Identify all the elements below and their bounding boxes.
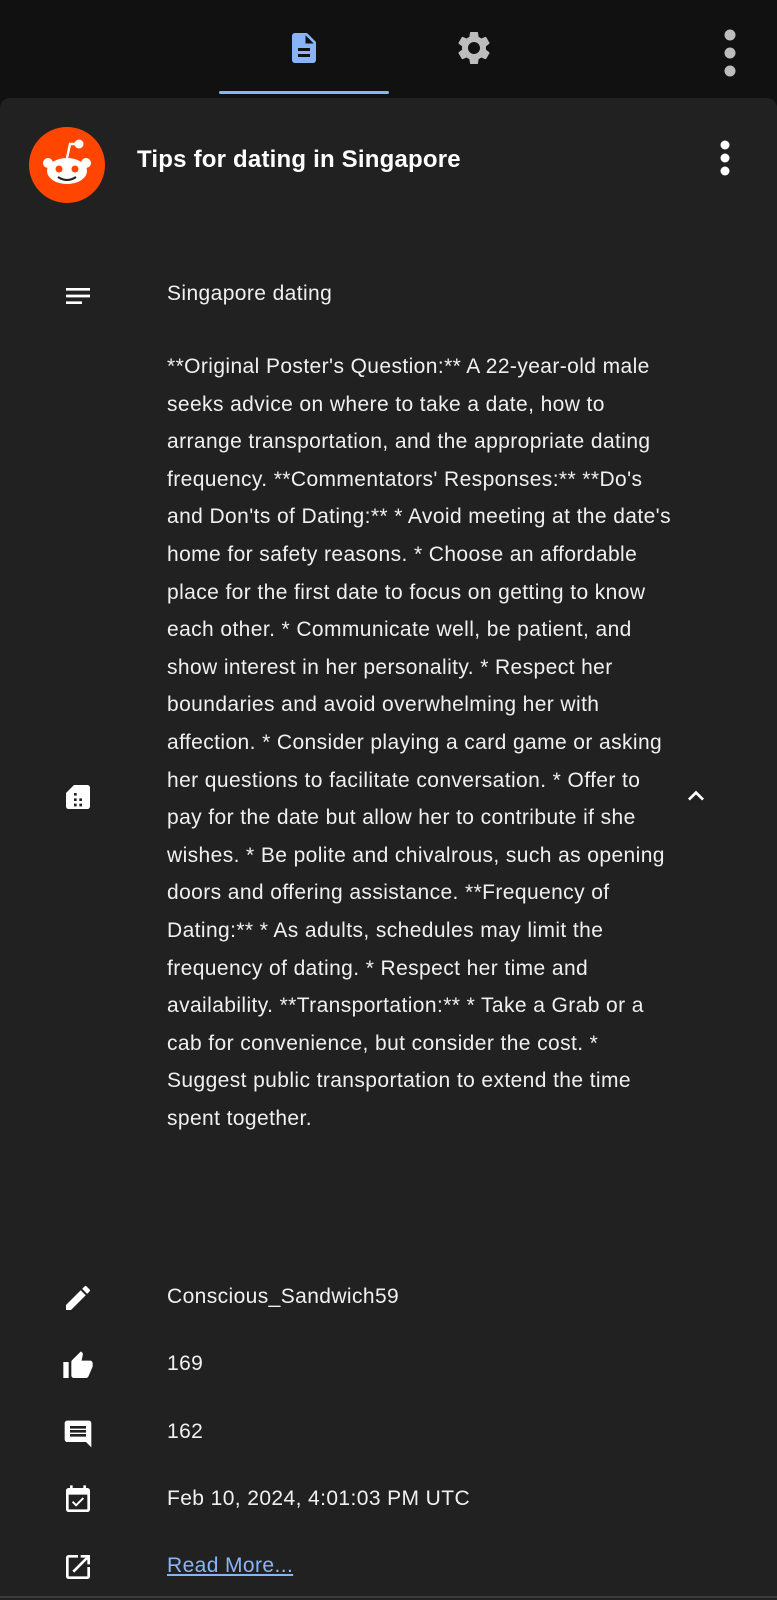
calendar-check-icon [66, 1485, 90, 1512]
comment-count: 162 [167, 1420, 204, 1443]
card-more-icon[interactable] [713, 140, 737, 176]
pencil-icon [66, 1285, 91, 1310]
upvote-count: 169 [167, 1352, 204, 1375]
open-in-new-icon[interactable] [62, 1551, 94, 1583]
summary-icon [66, 785, 90, 809]
post-card: Tips for dating in Singapore Singapore d… [0, 98, 777, 1600]
read-more-link[interactable]: Read More... [167, 1554, 293, 1578]
tab-settings[interactable] [389, 0, 559, 96]
notes-icon [66, 288, 90, 304]
gear-icon [458, 31, 490, 64]
tab-summary[interactable] [219, 0, 389, 96]
reddit-logo [29, 127, 105, 203]
more-vert-icon[interactable] [718, 29, 742, 77]
thumb-up-icon [63, 1351, 93, 1378]
post-title: Tips for dating in Singapore [137, 146, 461, 173]
post-summary: **Original Poster's Question:** A 22-yea… [167, 355, 671, 1130]
comment-icon [64, 1420, 92, 1448]
post-date: Feb 10, 2024, 4:01:03 PM UTC [167, 1487, 471, 1510]
top-tab-bar [0, 0, 777, 96]
active-tab-indicator [219, 91, 389, 94]
post-author: Conscious_Sandwich59 [167, 1285, 400, 1308]
bottom-divider [0, 1596, 777, 1598]
document-icon [292, 33, 316, 63]
post-subtitle: Singapore dating [167, 282, 333, 305]
chevron-up-icon[interactable] [680, 780, 712, 812]
